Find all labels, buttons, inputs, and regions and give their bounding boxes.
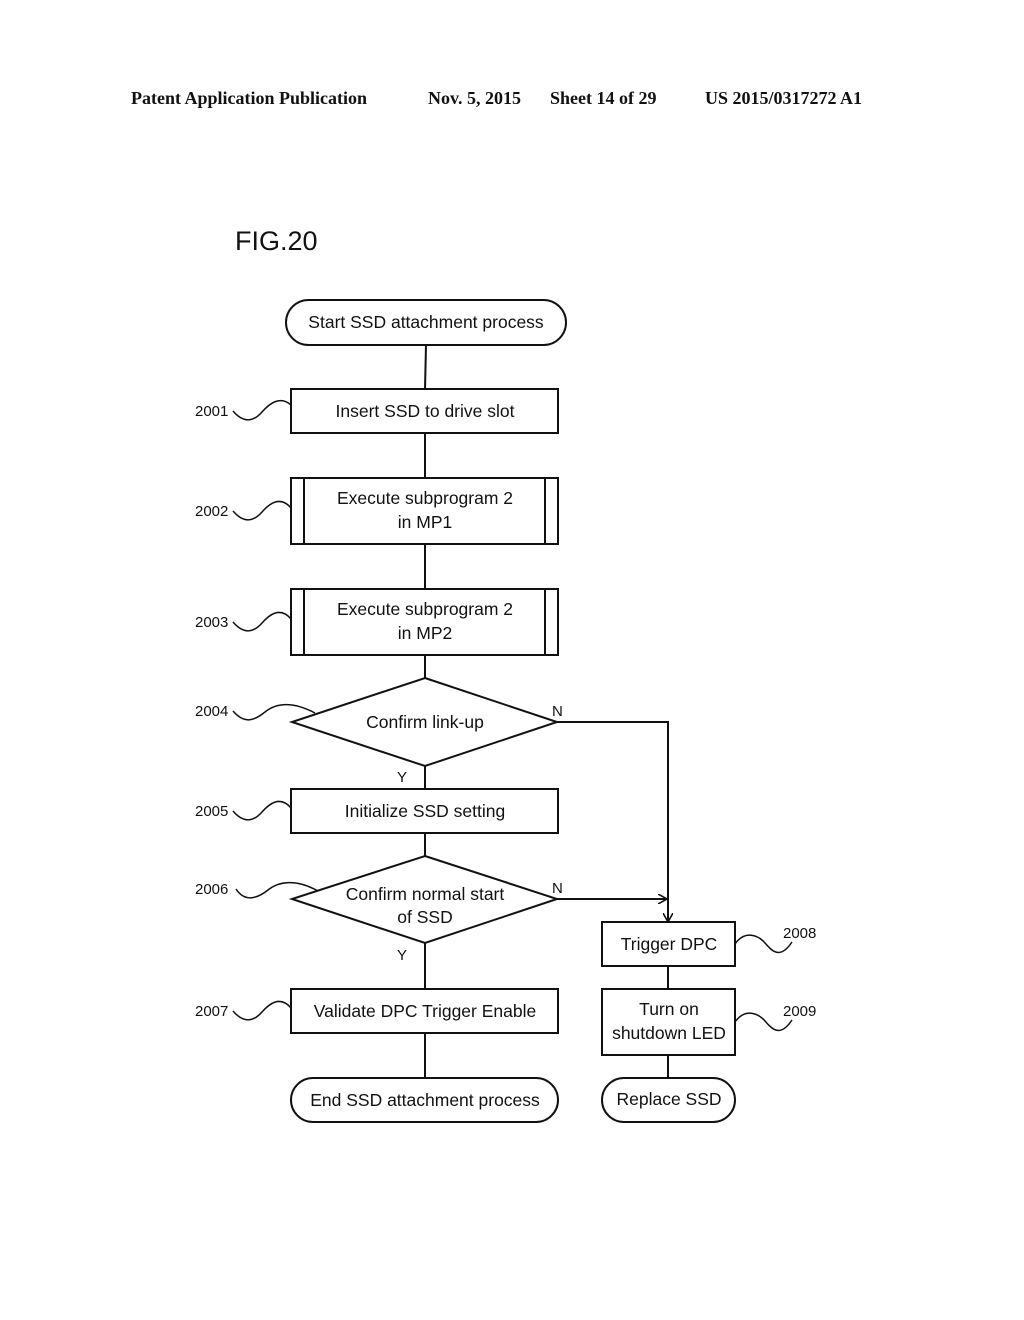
step-2007-label: Validate DPC Trigger Enable — [314, 1001, 536, 1021]
connector-2004-no-to-2008 — [557, 721, 668, 922]
step-2005-label: Initialize SSD setting — [345, 801, 506, 821]
ref-2003-leader — [232, 611, 292, 632]
ref-2006: 2006 — [195, 881, 228, 898]
connector-start-2001 — [424, 344, 427, 390]
ref-2003: 2003 — [195, 614, 228, 631]
end-label: End SSD attachment process — [310, 1090, 540, 1110]
ref-2001: 2001 — [195, 403, 228, 420]
step-2001-label: Insert SSD to drive slot — [336, 401, 515, 421]
ref-2002: 2002 — [195, 503, 228, 520]
step-2009-label-line1: Turn on — [639, 999, 699, 1019]
ref-2007-leader — [232, 1000, 292, 1021]
ref-2004: 2004 — [195, 703, 228, 720]
ref-2007: 2007 — [195, 1003, 228, 1020]
ref-2001-leader — [232, 399, 292, 421]
step-2006-yes-label: Y — [397, 947, 407, 964]
ref-2008: 2008 — [783, 925, 816, 942]
step-2009-label-line2: shutdown LED — [612, 1023, 726, 1043]
ref-2005: 2005 — [195, 803, 228, 820]
step-2003-label-line1: Execute subprogram 2 — [337, 599, 513, 619]
flowchart: Start SSD attachment process Insert SSD … — [195, 299, 816, 1123]
replace-label: Replace SSD — [616, 1089, 721, 1109]
step-2004-label: Confirm link-up — [366, 712, 484, 732]
step-2002-label-line1: Execute subprogram 2 — [337, 488, 513, 508]
step-2006-label-line1: Confirm normal start — [346, 884, 505, 904]
ref-2009: 2009 — [783, 1003, 816, 1020]
step-2006-label-line2: of SSD — [397, 907, 452, 927]
ref-2005-leader — [232, 800, 292, 821]
step-2008-label: Trigger DPC — [621, 934, 718, 954]
start-label: Start SSD attachment process — [308, 312, 544, 332]
step-2006-no-label: N — [552, 880, 563, 897]
ref-2002-leader — [232, 500, 292, 521]
step-2004-no-label: N — [552, 703, 563, 720]
step-2002-label-line2: in MP1 — [398, 512, 452, 532]
step-2003-label-line2: in MP2 — [398, 623, 452, 643]
step-2004-yes-label: Y — [397, 769, 407, 786]
